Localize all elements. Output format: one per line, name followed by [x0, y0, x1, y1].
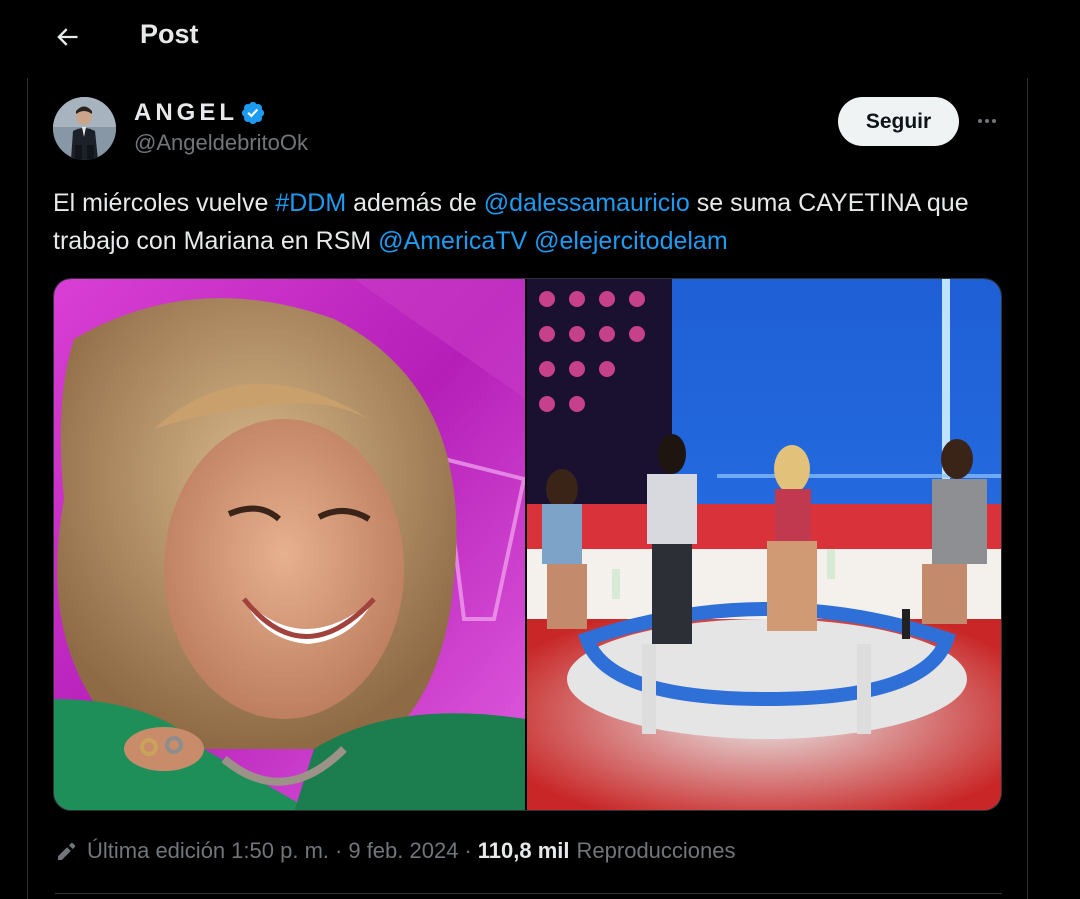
avatar[interactable] [53, 97, 116, 160]
more-options-button[interactable] [970, 104, 1004, 138]
more-horizontal-icon [978, 119, 996, 123]
column-divider-right [1027, 78, 1028, 899]
author-handle[interactable]: @AngeldebritoOk [134, 130, 308, 156]
mention-link[interactable]: @dalessamauricio [484, 189, 690, 217]
media-image-tv-set[interactable] [527, 279, 1001, 810]
tweet-text: El miércoles vuelve #DDM además de @dale… [53, 184, 1003, 260]
post-time[interactable]: 1:50 p. m. [231, 838, 329, 864]
arrow-left-icon [57, 28, 78, 46]
pencil-icon [58, 842, 76, 860]
hashtag-link[interactable]: #DDM [275, 189, 346, 217]
post-date[interactable]: 9 feb. 2024 [348, 838, 458, 864]
meta-separator: · [464, 838, 472, 863]
meta-separator: · [335, 838, 343, 863]
follow-button[interactable]: Seguir [838, 97, 959, 146]
author-display-name[interactable]: ANGEL [134, 99, 238, 127]
tweet-text-part: El miércoles vuelve [53, 189, 276, 217]
tweet-meta-row: Última edición 1:50 p. m. · 9 feb. 2024 … [55, 838, 736, 864]
mention-link[interactable]: @AmericaTV [378, 227, 527, 255]
edited-label[interactable]: Última edición [87, 838, 225, 864]
column-divider-left [27, 78, 28, 899]
page-title: Post [140, 19, 199, 49]
tweet-text-part: además de [346, 189, 484, 217]
media-grid [53, 278, 1002, 811]
verified-badge-icon [241, 101, 265, 125]
media-image-portrait[interactable] [54, 279, 525, 810]
views-label: Reproducciones [576, 838, 736, 863]
views-count[interactable]: 110,8 mil [478, 838, 570, 864]
top-bar: Post [0, 0, 1080, 72]
divider [55, 893, 1002, 894]
mention-link[interactable]: @elejercitodelam [534, 227, 728, 255]
back-button[interactable] [44, 14, 90, 60]
author-name-row: ANGEL [134, 99, 266, 127]
